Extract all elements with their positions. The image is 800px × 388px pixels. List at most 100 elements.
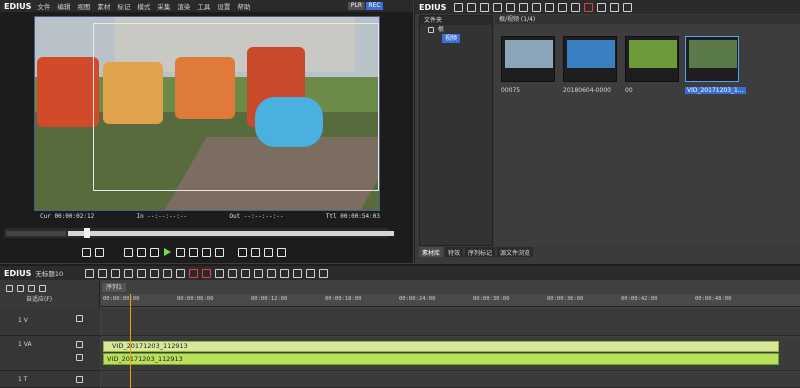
menu-render[interactable]: 渲染 [177,1,190,11]
scrub-bar[interactable] [4,228,394,238]
output-icon[interactable] [215,247,224,257]
clip-item[interactable]: 20180604-0000 [563,36,617,98]
audio-clip[interactable]: VID_20171203_112913 [103,353,779,365]
mixer-icon[interactable] [293,268,303,278]
clip-item[interactable]: 00075 [501,36,555,98]
folder-video[interactable]: 视频 [442,34,461,43]
cut-icon[interactable] [519,2,529,12]
waveform-icon[interactable] [39,284,46,292]
player-window: EDIUS 文件 编辑 视图 素材 标记 模式 采集 渲染 工具 设置 帮助 P… [0,0,413,263]
undo-icon[interactable] [124,268,134,278]
menu-edit[interactable]: 编辑 [57,1,70,11]
timeline-toolbar: EDIUS 无标题10 [0,266,800,280]
marker-icon[interactable] [254,268,264,278]
rewind-icon[interactable] [137,247,146,257]
player-options-icon[interactable] [277,247,286,257]
folder-icon [428,26,434,33]
replace-icon[interactable] [264,247,273,257]
title-icon[interactable] [267,268,277,278]
redo-icon[interactable] [137,268,147,278]
paste-icon[interactable] [176,268,186,278]
properties-icon[interactable] [597,2,607,12]
menu-view[interactable]: 视图 [77,1,90,11]
track-header-1v[interactable]: 1 V [0,309,100,336]
current-timecode: Cur 00:00:02:12 [40,213,95,220]
shuttle-slider[interactable] [6,231,66,236]
position-bar[interactable] [68,231,394,236]
set-in-icon[interactable] [82,247,91,257]
add-cut-icon[interactable] [241,268,251,278]
sync-mode-icon[interactable] [228,268,238,278]
menu-marker[interactable]: 标记 [117,1,130,11]
timeline-menu-icon[interactable] [319,268,329,278]
ripple-delete-icon[interactable] [202,268,212,278]
link-icon[interactable] [6,284,13,292]
lane-1v[interactable] [101,309,800,336]
add-to-timeline-icon[interactable] [558,2,568,12]
stop-icon[interactable] [124,247,133,257]
bin-window: EDIUS 文件夹 根 视频 根/视频 (1/4) 00075 20180604… [414,0,800,263]
folder-icon[interactable] [454,2,464,12]
tab-source-browser[interactable]: 源文件浏览 [497,247,534,257]
new-sequence-icon[interactable] [85,268,95,278]
rec-button[interactable]: REC [366,2,383,10]
snap-icon[interactable] [17,284,24,292]
copy-icon[interactable] [163,268,173,278]
tab-bin[interactable]: 素材库 [419,247,444,257]
timeline-playhead[interactable] [130,294,131,388]
copy-icon[interactable] [532,2,542,12]
up-folder-icon[interactable] [480,2,490,12]
search-icon[interactable] [467,2,477,12]
plr-button[interactable]: PLR [348,2,365,10]
delete-icon[interactable] [189,268,199,278]
lane-1va[interactable]: VID_20171203_112913 VID_20171203_112913 [101,337,800,371]
play-icon[interactable] [164,248,171,256]
track-visibility-icon[interactable] [76,341,83,348]
menu-capture[interactable]: 采集 [157,1,170,11]
delete-icon[interactable] [584,2,594,12]
timeline-ruler[interactable]: 00:00:00:00 00:00:06:00 00:00:12:00 00:0… [101,294,800,307]
menu-clip[interactable]: 素材 [97,1,110,11]
paste-icon[interactable] [545,2,555,12]
player-icon[interactable] [571,2,581,12]
clip-view: 根/视频 (1/4) 00075 20180604-0000 00 VID_20… [495,15,800,246]
menu-file[interactable]: 文件 [37,1,50,11]
step-forward-icon[interactable] [176,247,185,257]
fast-forward-icon[interactable] [189,247,198,257]
folder-root[interactable]: 根 [420,25,492,34]
track-visibility-icon[interactable] [76,315,83,322]
tab-sequence[interactable]: 序列1 [102,283,126,292]
menu-mode[interactable]: 模式 [137,1,150,11]
bin-toolbar: EDIUS [415,0,800,14]
video-clip[interactable]: VID_20171203_112913 [103,341,779,352]
add-clip-icon[interactable] [493,2,503,12]
render-icon[interactable] [306,268,316,278]
track-header-1va[interactable]: 1 VA [0,337,100,371]
tab-sequence-markers[interactable]: 序列标记 [465,247,496,257]
open-project-icon[interactable] [98,268,108,278]
speaker-icon[interactable] [76,354,83,361]
cut-icon[interactable] [150,268,160,278]
set-out-icon[interactable] [95,247,104,257]
title-track-icon[interactable] [76,376,83,383]
ripple-mode-icon[interactable] [215,268,225,278]
loop-icon[interactable] [202,247,211,257]
clip-name: 20180604-0000 [563,87,611,94]
menu-tools[interactable]: 工具 [197,1,210,11]
save-project-icon[interactable] [111,268,121,278]
bin-menu-icon[interactable] [623,2,633,12]
sync-lock-icon[interactable] [28,284,35,292]
step-back-icon[interactable] [150,247,159,257]
timeline-window: EDIUS 无标题10 自适应(F) 序列1 00:00:00:00 00:00… [0,264,800,388]
insert-icon[interactable] [238,247,247,257]
title-icon[interactable] [506,2,516,12]
tab-effects[interactable]: 特效 [445,247,464,257]
overwrite-icon[interactable] [251,247,260,257]
scrub-head[interactable] [84,228,90,238]
view-mode-icon[interactable] [610,2,620,12]
clip-item-selected[interactable]: VID_20171203_1... [685,36,746,98]
menu-settings[interactable]: 设置 [217,1,230,11]
clip-item[interactable]: 00 [625,36,679,98]
voice-over-icon[interactable] [280,268,290,278]
menu-help[interactable]: 帮助 [237,1,250,11]
